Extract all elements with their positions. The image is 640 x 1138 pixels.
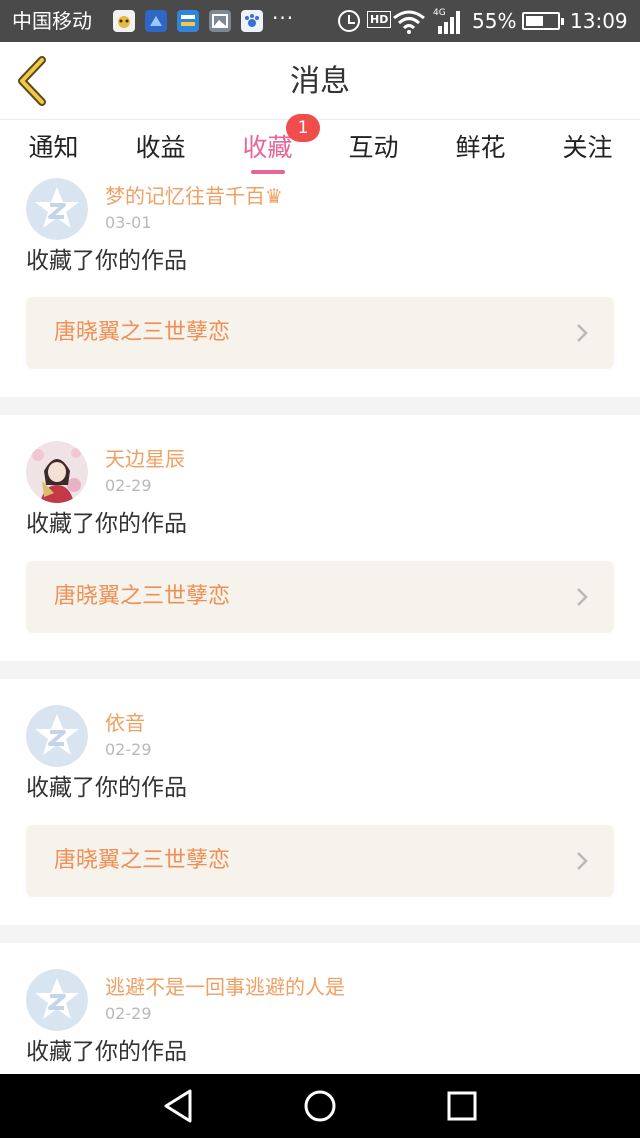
system-nav-bar bbox=[0, 1074, 640, 1138]
alarm-icon bbox=[338, 10, 360, 32]
recents-square-icon bbox=[447, 1091, 477, 1121]
nav-back-button[interactable] bbox=[158, 1086, 202, 1126]
work-title: 唐晓翼之三世孽恋 bbox=[54, 848, 231, 873]
default-star-avatar[interactable] bbox=[26, 969, 88, 1031]
girl-photo-avatar[interactable] bbox=[26, 441, 88, 503]
hd-icon: HD bbox=[367, 11, 392, 28]
carrier-name: 中国移动 bbox=[12, 9, 92, 33]
home-circle-icon bbox=[304, 1090, 336, 1122]
message-date: 02-29 bbox=[105, 476, 152, 495]
page-title: 消息 bbox=[290, 64, 350, 99]
card-separator bbox=[0, 397, 640, 415]
network-type-label: 4G bbox=[433, 8, 446, 18]
battery-level-fill bbox=[526, 16, 543, 26]
action-text: 收藏了你的作品 bbox=[26, 248, 187, 274]
tab-label: 关注 bbox=[562, 133, 613, 162]
photo-app-icon bbox=[145, 10, 167, 32]
battery-percent: 55% bbox=[472, 9, 517, 33]
message-date: 02-29 bbox=[105, 1004, 152, 1023]
app-root: 中国移动 ··· HD 4G 55% 13:09 消息 通知 收益 收藏 1 互… bbox=[0, 0, 640, 1138]
more-notifications-icon: ··· bbox=[272, 6, 295, 30]
chevron-right-icon bbox=[577, 852, 588, 870]
message-date: 03-01 bbox=[105, 213, 152, 232]
unread-badge: 1 bbox=[286, 114, 320, 142]
back-triangle-icon bbox=[164, 1089, 192, 1123]
username[interactable]: 梦的记忆往昔千百♛ bbox=[105, 183, 283, 209]
tab-favorites[interactable]: 收藏 1 bbox=[214, 114, 321, 178]
gallery-app-icon bbox=[209, 10, 231, 32]
tab-label: 收益 bbox=[135, 133, 186, 162]
tab-label: 鲜花 bbox=[455, 133, 506, 162]
status-bar: 中国移动 ··· HD 4G 55% 13:09 bbox=[0, 0, 640, 42]
work-link[interactable]: 唐晓翼之三世孽恋 bbox=[26, 297, 614, 369]
work-title: 唐晓翼之三世孽恋 bbox=[54, 320, 231, 345]
tab-flowers[interactable]: 鲜花 bbox=[427, 120, 534, 178]
message-card: 梦的记忆往昔千百♛ 03-01 收藏了你的作品 唐晓翼之三世孽恋 bbox=[0, 178, 640, 397]
tab-notifications[interactable]: 通知 bbox=[0, 120, 107, 178]
clock-time: 13:09 bbox=[570, 9, 628, 33]
work-link[interactable]: 唐晓翼之三世孽恋 bbox=[26, 561, 614, 633]
chevron-right-icon bbox=[577, 588, 588, 606]
battery-icon bbox=[522, 12, 564, 30]
nav-home-button[interactable] bbox=[298, 1086, 342, 1126]
message-card: 逃避不是一回事逃避的人是 02-29 收藏了你的作品 bbox=[0, 943, 640, 1074]
message-card: 天边星辰 02-29 收藏了你的作品 唐晓翼之三世孽恋 bbox=[0, 415, 640, 661]
nav-recents-button[interactable] bbox=[440, 1086, 484, 1126]
message-date: 02-29 bbox=[105, 740, 152, 759]
card-separator bbox=[0, 925, 640, 943]
action-text: 收藏了你的作品 bbox=[26, 775, 187, 801]
work-link[interactable]: 唐晓翼之三世孽恋 bbox=[26, 825, 614, 897]
active-tab-indicator bbox=[250, 170, 285, 174]
chevron-right-icon bbox=[577, 324, 588, 342]
message-list[interactable]: 梦的记忆往昔千百♛ 03-01 收藏了你的作品 唐晓翼之三世孽恋 天边星辰 02… bbox=[0, 178, 640, 1074]
tab-earnings[interactable]: 收益 bbox=[107, 120, 214, 178]
tab-label: 互动 bbox=[348, 133, 399, 162]
news-app-icon bbox=[177, 10, 199, 32]
tab-bar: 通知 收益 收藏 1 互动 鲜花 关注 bbox=[0, 114, 640, 178]
card-separator bbox=[0, 661, 640, 679]
app-header: 消息 bbox=[0, 42, 640, 120]
tab-interactions[interactable]: 互动 bbox=[320, 120, 427, 178]
username[interactable]: 逃避不是一回事逃避的人是 bbox=[105, 974, 345, 1000]
action-text: 收藏了你的作品 bbox=[26, 1039, 187, 1065]
username[interactable]: 依音 bbox=[105, 710, 145, 736]
username[interactable]: 天边星辰 bbox=[105, 446, 185, 472]
signal-icon: 4G bbox=[432, 6, 462, 36]
default-star-avatar[interactable] bbox=[26, 705, 88, 767]
message-card: 依音 02-29 收藏了你的作品 唐晓翼之三世孽恋 bbox=[0, 679, 640, 925]
tab-following[interactable]: 关注 bbox=[534, 120, 640, 178]
paw-app-icon bbox=[241, 10, 263, 32]
default-star-avatar[interactable] bbox=[26, 178, 88, 240]
work-title: 唐晓翼之三世孽恋 bbox=[54, 584, 231, 609]
wifi-icon bbox=[392, 10, 426, 38]
baidu-app-icon bbox=[113, 10, 135, 32]
action-text: 收藏了你的作品 bbox=[26, 511, 187, 537]
tab-label: 通知 bbox=[28, 133, 79, 162]
